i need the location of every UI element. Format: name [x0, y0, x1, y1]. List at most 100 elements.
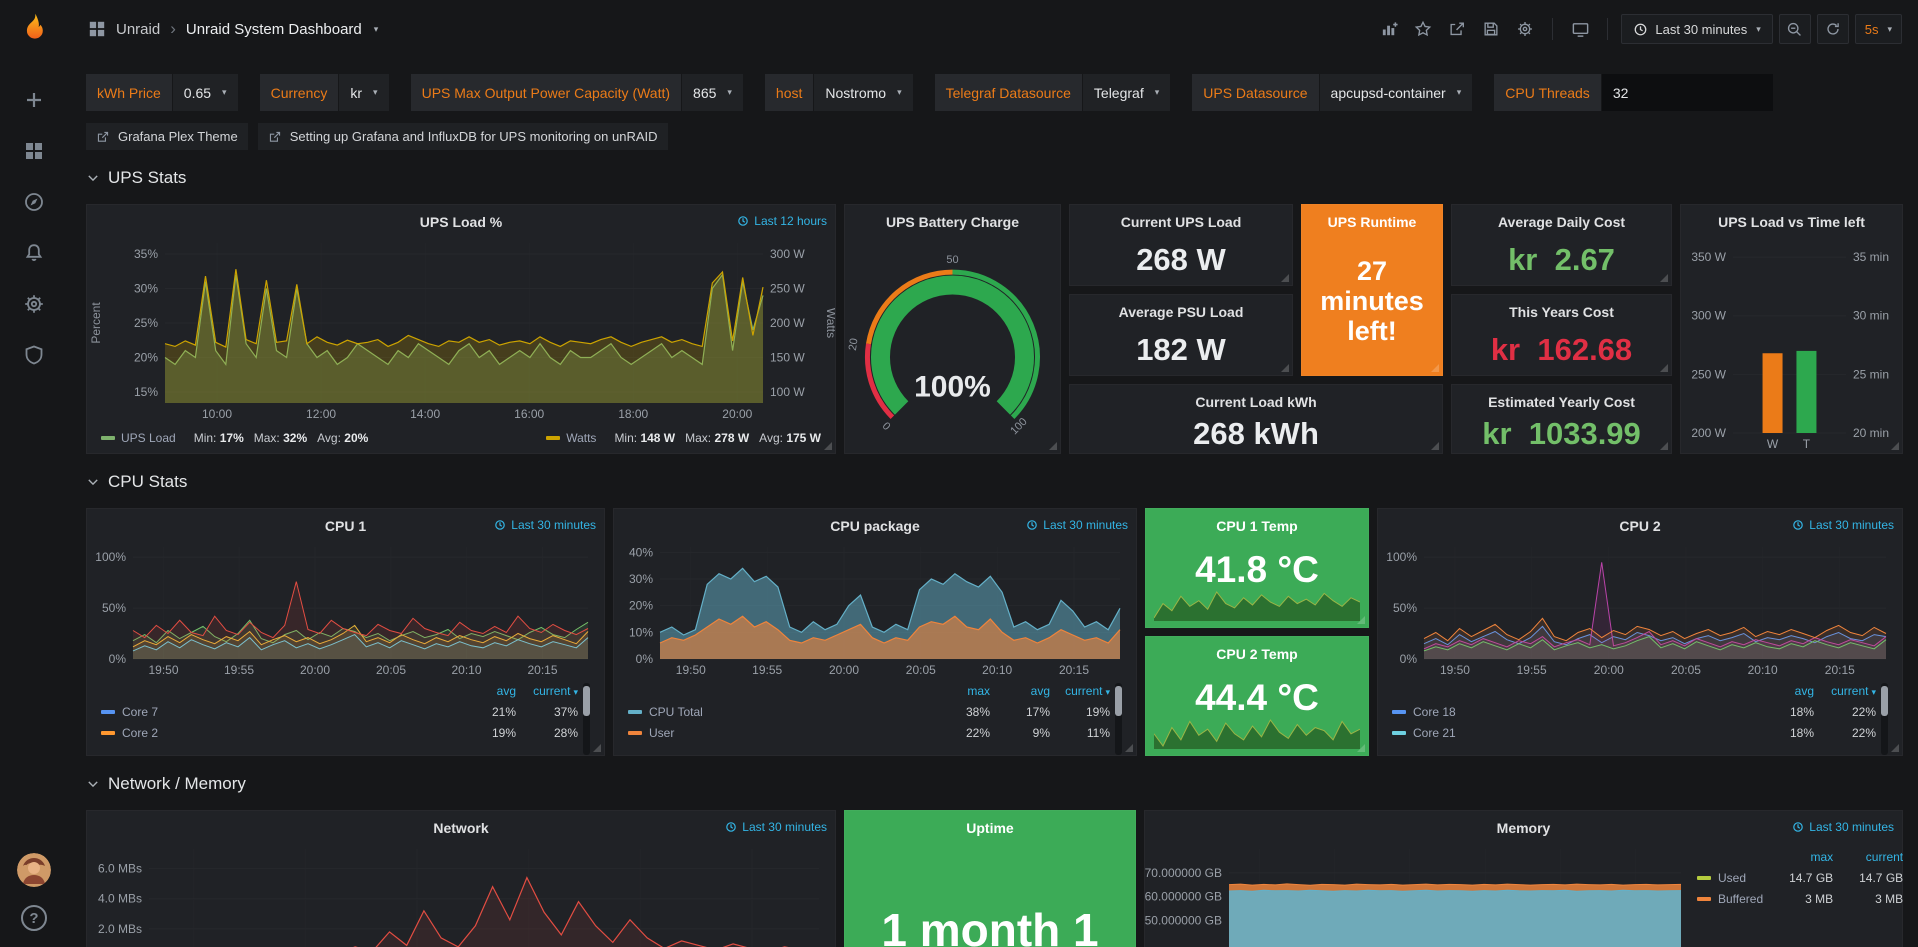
- svg-text:20:00: 20:00: [300, 663, 330, 677]
- panel-title[interactable]: Current UPS Load: [1121, 214, 1242, 230]
- cpu1-graph[interactable]: 19:5019:5520:0020:0520:1020:150%50%100%: [87, 539, 604, 679]
- memory-graph[interactable]: 19:5019:5520:0020:0520:1020:1550.000000 …: [1145, 841, 1697, 947]
- legend-scrollbar[interactable]: [1881, 683, 1888, 755]
- refresh-icon[interactable]: [1817, 14, 1849, 44]
- legend-scrollbar[interactable]: [583, 683, 590, 755]
- stat-value: 1 month 1: [845, 903, 1135, 947]
- section-ups-stats[interactable]: UPS Stats: [86, 168, 1903, 188]
- panel-cpu-package: CPU package Last 30 minutes 19:5019:5520…: [613, 508, 1137, 756]
- panel-title[interactable]: UPS Load vs Time left: [1718, 214, 1865, 230]
- legend-item[interactable]: WattsMin: 148 WMax: 278 WAvg: 175 W: [546, 431, 821, 445]
- server-admin-shield-icon[interactable]: [22, 343, 46, 367]
- main-area: Unraid › Unraid System Dashboard ▾: [68, 0, 1918, 947]
- svg-text:200 W: 200 W: [770, 316, 805, 330]
- refresh-interval-picker[interactable]: 5s ▾: [1855, 14, 1902, 44]
- settings-gear-icon[interactable]: [1511, 15, 1539, 43]
- configuration-gear-icon[interactable]: [22, 292, 46, 316]
- save-icon[interactable]: [1477, 15, 1505, 43]
- panel-title[interactable]: Average PSU Load: [1119, 304, 1244, 320]
- svg-text:100%: 100%: [95, 550, 126, 564]
- dashboards-grid-icon[interactable]: [22, 139, 46, 163]
- variable-host: host Nostromo▾: [765, 74, 913, 111]
- panel-title[interactable]: CPU 2 Temp: [1216, 646, 1297, 662]
- dashboard-title[interactable]: Unraid System Dashboard: [186, 21, 362, 38]
- svg-text:300 W: 300 W: [770, 247, 805, 261]
- panel-title[interactable]: CPU 1: [325, 518, 366, 534]
- legend-sort-current[interactable]: current: [1833, 850, 1903, 864]
- panel-title[interactable]: CPU 1 Temp: [1216, 518, 1297, 534]
- section-cpu-stats[interactable]: CPU Stats: [86, 472, 1903, 492]
- svg-text:0%: 0%: [109, 652, 127, 666]
- sidebar: ?: [0, 0, 68, 947]
- legend-sort-avg[interactable]: avg: [454, 684, 516, 698]
- panel-title[interactable]: UPS Load %: [420, 214, 502, 230]
- ups-vs-time-bars[interactable]: 200 W250 W300 W350 W20 min25 min30 min35…: [1681, 235, 1902, 453]
- user-avatar[interactable]: [17, 853, 51, 887]
- variable-dropdown[interactable]: Nostromo▾: [814, 74, 912, 111]
- variable-dropdown[interactable]: 865▾: [682, 74, 743, 111]
- legend-sort-current[interactable]: current▾: [516, 684, 578, 698]
- cpu2-graph[interactable]: 19:5019:5520:0020:0520:1020:150%50%100%: [1378, 539, 1902, 679]
- alerting-bell-icon[interactable]: [22, 241, 46, 265]
- svg-text:14:00: 14:00: [410, 407, 440, 421]
- variable-dropdown[interactable]: apcupsd-container▾: [1320, 74, 1473, 111]
- legend-sort-avg[interactable]: avg: [990, 684, 1050, 698]
- caret-down-icon[interactable]: ▾: [374, 24, 379, 35]
- panel-title[interactable]: This Years Cost: [1509, 304, 1614, 320]
- panel-estimated-yearly-cost: Estimated Yearly Cost kr 1033.99: [1451, 384, 1672, 454]
- panel-title[interactable]: CPU package: [830, 518, 919, 534]
- panel-title[interactable]: Memory: [1497, 820, 1551, 836]
- legend-sort-avg[interactable]: avg: [1752, 684, 1814, 698]
- variable-dropdown[interactable]: Telegraf▾: [1083, 74, 1170, 111]
- panel-title[interactable]: UPS Runtime: [1328, 214, 1417, 230]
- help-icon[interactable]: ?: [21, 905, 47, 931]
- grafana-logo-icon[interactable]: [17, 12, 51, 46]
- svg-text:19:50: 19:50: [148, 663, 178, 677]
- svg-text:350 W: 350 W: [1691, 250, 1726, 264]
- variable-dropdown[interactable]: 0.65▾: [173, 74, 238, 111]
- time-range-picker[interactable]: Last 30 minutes ▾: [1621, 14, 1772, 44]
- network-graph[interactable]: 19:5019:5520:0020:0520:1020:152.0 MBs4.0…: [87, 841, 835, 947]
- svg-text:20:15: 20:15: [1059, 663, 1089, 677]
- cycle-view-tv-icon[interactable]: [1566, 15, 1594, 43]
- panel-title[interactable]: Network: [433, 820, 488, 836]
- dashboard-link-plex-theme[interactable]: Grafana Plex Theme: [86, 123, 248, 150]
- panel-title[interactable]: Average Daily Cost: [1498, 214, 1625, 230]
- stat-value: 268 kWh: [1070, 415, 1442, 453]
- panel-title[interactable]: UPS Battery Charge: [886, 214, 1019, 230]
- cpu-threads-input[interactable]: [1602, 74, 1773, 111]
- panel-title[interactable]: Estimated Yearly Cost: [1488, 394, 1635, 410]
- add-panel-icon[interactable]: [1375, 15, 1403, 43]
- legend-item[interactable]: UPS LoadMin: 17%Max: 32%Avg: 20%: [101, 431, 368, 445]
- stat-value: 27 minutes left!: [1302, 235, 1442, 375]
- sidebar-bottom: ?: [17, 853, 51, 947]
- create-plus-icon[interactable]: [22, 88, 46, 112]
- svg-text:30%: 30%: [134, 282, 158, 296]
- panel-title[interactable]: Uptime: [966, 820, 1013, 836]
- variable-cpu-threads: CPU Threads: [1494, 74, 1773, 111]
- time-override-label: Last 30 minutes: [1026, 518, 1128, 532]
- battery-gauge[interactable]: 02050100100%: [845, 235, 1060, 453]
- svg-text:30 min: 30 min: [1853, 309, 1889, 323]
- stat-value: 182 W: [1070, 325, 1292, 375]
- star-icon[interactable]: [1409, 15, 1437, 43]
- legend-sort-current[interactable]: current▾: [1050, 684, 1110, 698]
- legend-sort-max[interactable]: max: [1763, 850, 1833, 864]
- svg-text:20 min: 20 min: [1853, 426, 1889, 440]
- zoom-out-icon[interactable]: [1779, 14, 1811, 44]
- variable-dropdown[interactable]: kr▾: [339, 74, 388, 111]
- panel-title[interactable]: Current Load kWh: [1195, 394, 1316, 410]
- legend-sort-max[interactable]: max: [930, 684, 990, 698]
- ups-load-graph[interactable]: 10:0012:0014:0016:0018:0020:0015%20%25%3…: [87, 235, 835, 423]
- section-network-memory[interactable]: Network / Memory: [86, 774, 1903, 794]
- dashboard-link-ups-guide[interactable]: Setting up Grafana and InfluxDB for UPS …: [258, 123, 668, 150]
- explore-compass-icon[interactable]: [22, 190, 46, 214]
- legend-scrollbar[interactable]: [1115, 683, 1122, 755]
- legend-row: User22%9%11%: [628, 722, 1122, 743]
- panel-title[interactable]: CPU 2: [1619, 518, 1660, 534]
- caret-down-icon: ▾: [727, 87, 732, 98]
- breadcrumb-folder[interactable]: Unraid: [116, 21, 160, 38]
- cpu-package-graph[interactable]: 19:5019:5520:0020:0520:1020:150%10%20%30…: [614, 539, 1136, 679]
- share-icon[interactable]: [1443, 15, 1471, 43]
- legend-sort-current[interactable]: current▾: [1814, 684, 1876, 698]
